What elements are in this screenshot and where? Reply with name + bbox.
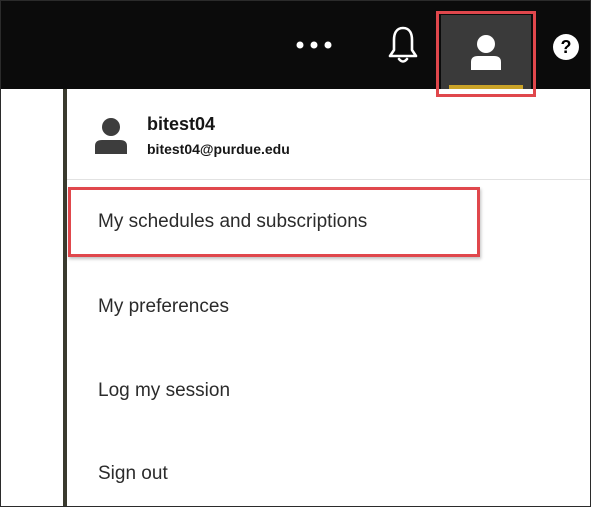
menu-item-sign-out[interactable]: Sign out [98, 463, 168, 485]
user-menu-button[interactable] [441, 15, 531, 89]
profile-section: bitest04 bitest04@purdue.edu [67, 89, 590, 180]
menu-item-preferences[interactable]: My preferences [98, 296, 229, 318]
menu-item-log-session[interactable]: Log my session [98, 380, 230, 402]
app-header: ? [1, 1, 590, 89]
user-dropdown-menu: bitest04 bitest04@purdue.edu My schedule… [67, 89, 590, 506]
notifications-button[interactable] [375, 19, 431, 71]
help-button[interactable]: ? [553, 34, 579, 60]
background-content [1, 89, 67, 506]
app-frame: ? bitest04 bitest04@purdue.edu My schedu… [0, 0, 591, 507]
menu-item-schedules-subscriptions[interactable]: My schedules and subscriptions [98, 211, 367, 233]
more-icon [296, 41, 332, 49]
profile-name: bitest04 [147, 114, 216, 134]
avatar-icon [95, 118, 127, 154]
profile-email: bitest04@purdue.edu [147, 141, 290, 157]
user-icon [471, 35, 501, 70]
help-icon: ? [560, 37, 572, 57]
bell-icon [388, 26, 418, 63]
more-options-button[interactable] [287, 25, 341, 65]
